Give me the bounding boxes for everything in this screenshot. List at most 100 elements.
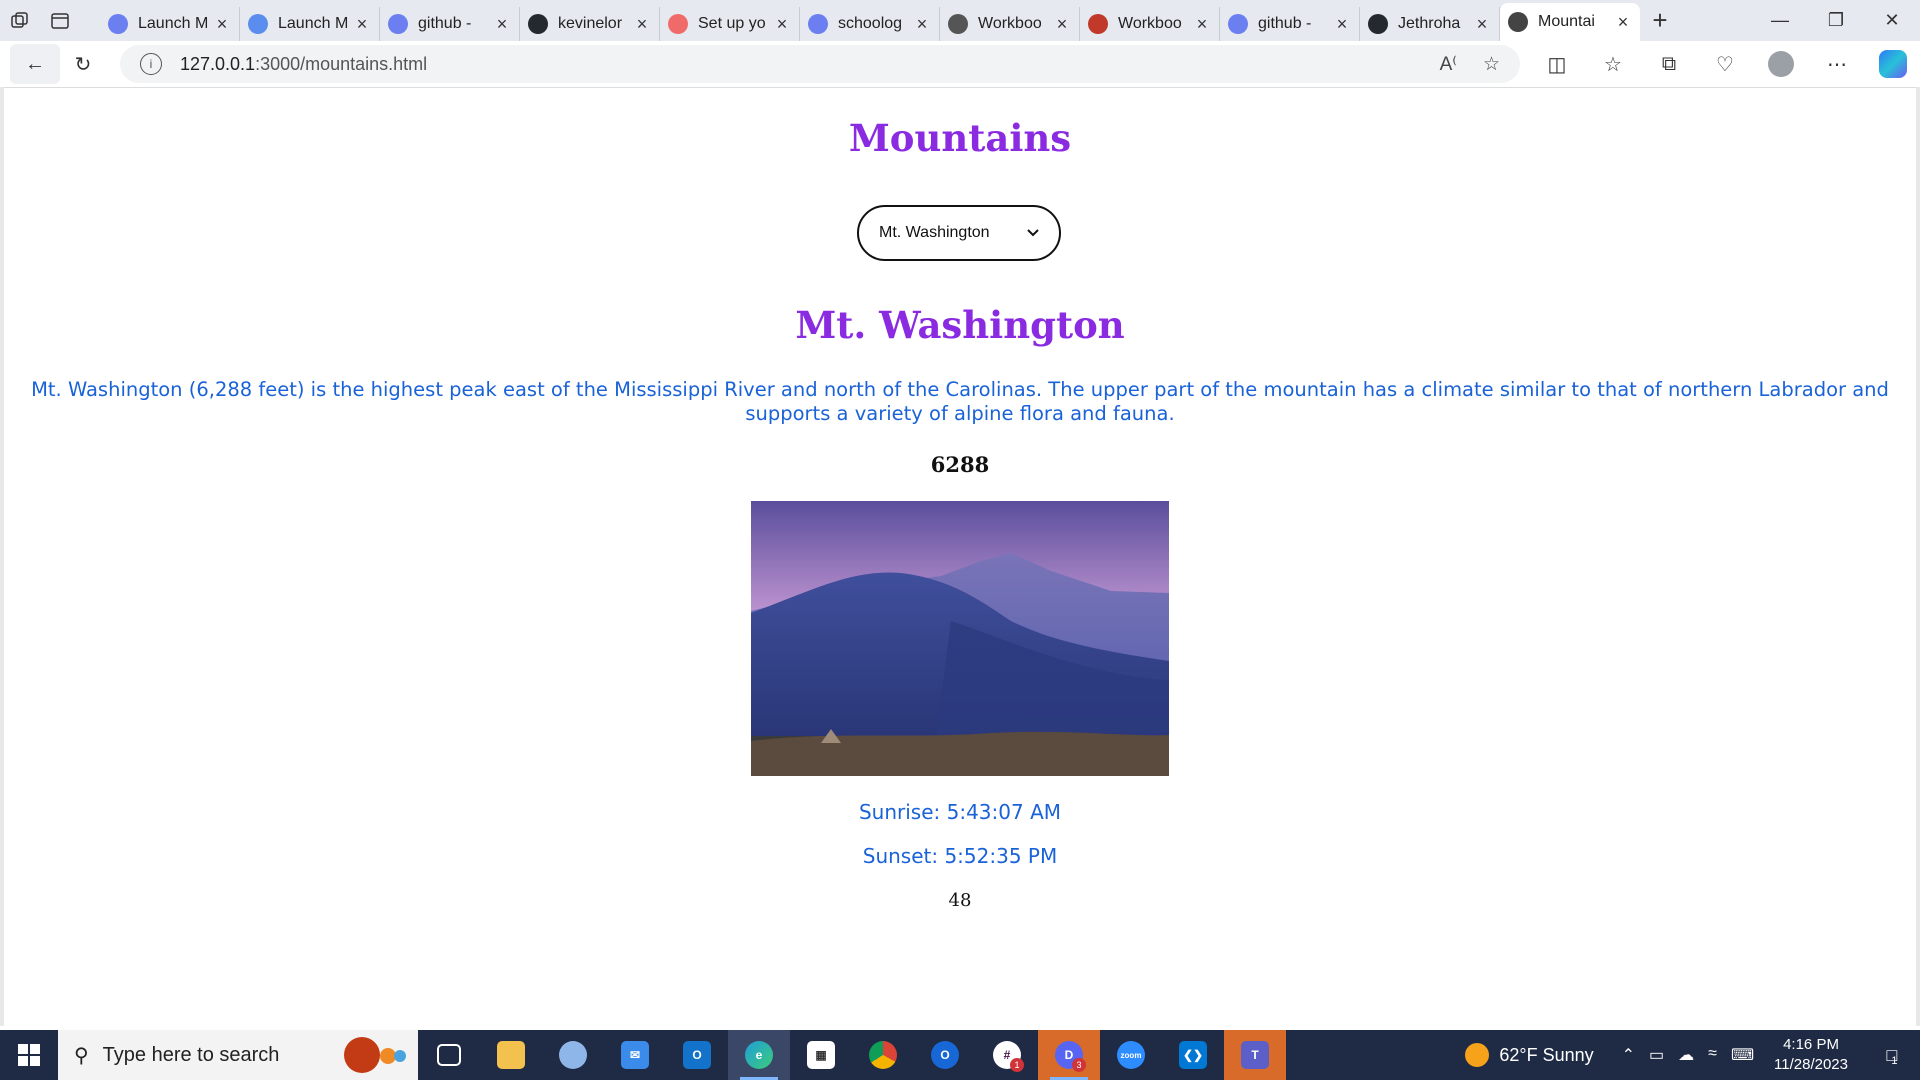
- taskbar-search-placeholder: Type here to search: [102, 1043, 280, 1066]
- close-tab-icon[interactable]: ×: [213, 14, 231, 35]
- close-tab-icon[interactable]: ×: [493, 14, 511, 35]
- collections-icon[interactable]: ⧉: [1646, 44, 1692, 84]
- browser-tab[interactable]: github - ×: [1220, 7, 1360, 41]
- tab-label: kevinelor: [558, 15, 623, 32]
- close-tab-icon[interactable]: ×: [913, 14, 931, 35]
- browser-tab[interactable]: Jethroha ×: [1360, 7, 1500, 41]
- tab-label: github -: [1258, 15, 1312, 32]
- close-tab-icon[interactable]: ×: [1053, 14, 1071, 35]
- close-tab-icon[interactable]: ×: [633, 14, 651, 35]
- close-window-button[interactable]: ✕: [1864, 0, 1920, 41]
- workspaces-icon[interactable]: [0, 0, 40, 41]
- taskbar-search-box[interactable]: ⚲ Type here to search: [58, 1030, 418, 1080]
- search-icon: [1228, 14, 1248, 34]
- obs-icon[interactable]: O: [914, 1030, 976, 1080]
- notification-count: 1: [1891, 1055, 1898, 1067]
- tab-label: schoolog: [838, 15, 903, 32]
- discord-icon[interactable]: D3: [1038, 1030, 1100, 1080]
- page-content: Mountains Mt. Washington Mt. Washington …: [4, 88, 1916, 1026]
- windows-start-icon[interactable]: [0, 1030, 58, 1080]
- page-icon: [1508, 12, 1528, 32]
- browser-toolbar: ← ↻ i 127.0.0.1:3000/mountains.html A⁽ ☆…: [0, 41, 1920, 88]
- close-tab-icon[interactable]: ×: [1333, 14, 1351, 35]
- browser-tab[interactable]: Set up yo ×: [660, 7, 800, 41]
- zoom-icon: [248, 14, 268, 34]
- browser-tab[interactable]: schoolog ×: [800, 7, 940, 41]
- browser-tab[interactable]: kevinelor ×: [520, 7, 660, 41]
- close-tab-icon[interactable]: ×: [773, 14, 791, 35]
- browser-tab[interactable]: Workboo ×: [940, 7, 1080, 41]
- asana-icon: [668, 14, 688, 34]
- pdf-icon: [1088, 14, 1108, 34]
- tab-label: Workboo: [1118, 15, 1182, 32]
- sunrise-time: Sunrise: 5:43:07 AM: [858, 800, 1062, 824]
- favorites-icon[interactable]: ☆: [1590, 44, 1636, 84]
- weather-widget[interactable]: 62°F Sunny: [1465, 1043, 1594, 1067]
- onedrive-icon[interactable]: ☁: [1678, 1045, 1694, 1065]
- chevron-up-icon[interactable]: ⌃: [1622, 1045, 1635, 1065]
- browser-essentials-icon[interactable]: ♡: [1702, 44, 1748, 84]
- chrome-icon[interactable]: [852, 1030, 914, 1080]
- split-screen-icon[interactable]: ◫: [1534, 44, 1580, 84]
- mountain-description: Mt. Washington (6,288 feet) is the highe…: [31, 378, 1889, 425]
- notification-center-icon[interactable]: □ 1: [1872, 1043, 1912, 1068]
- browser-tab[interactable]: github - ×: [380, 7, 520, 41]
- minimize-button[interactable]: —: [1752, 0, 1808, 41]
- back-arrow-icon[interactable]: ←: [10, 44, 60, 84]
- github-icon: [1368, 14, 1388, 34]
- mountain-select[interactable]: Mt. Washington: [857, 205, 1061, 261]
- clock-date: 11/28/2023: [1774, 1056, 1848, 1073]
- read-aloud-icon[interactable]: A⁽: [1440, 53, 1457, 76]
- tab-label: Launch M: [278, 15, 349, 32]
- sun-icon: [1465, 1043, 1490, 1067]
- outlook-icon[interactable]: O: [666, 1030, 728, 1080]
- teams-icon[interactable]: T: [1224, 1030, 1286, 1080]
- edge-icon[interactable]: e: [728, 1030, 790, 1080]
- more-menu-icon[interactable]: ⋯: [1814, 44, 1860, 84]
- zoom-icon: [108, 14, 128, 34]
- weather-text: 62°F Sunny: [1499, 1044, 1594, 1065]
- close-tab-icon[interactable]: ×: [1614, 12, 1632, 33]
- tab-label: Launch M: [138, 15, 209, 32]
- keyboard-icon[interactable]: ⌨: [1731, 1045, 1754, 1065]
- address-bar[interactable]: i 127.0.0.1:3000/mountains.html A⁽ ☆: [120, 45, 1520, 83]
- browser-tab[interactable]: Launch M ×: [100, 7, 240, 41]
- tab-label: github -: [418, 15, 472, 32]
- browser-tab[interactable]: Mountai ×: [1500, 3, 1640, 41]
- refresh-icon[interactable]: ↻: [60, 44, 106, 84]
- favorite-star-icon[interactable]: ☆: [1483, 53, 1500, 76]
- search-highlight-icon: [344, 1037, 406, 1073]
- new-tab-button[interactable]: +: [1640, 5, 1680, 36]
- mountain-photo: [751, 501, 1169, 776]
- wifi-icon[interactable]: ≈: [1708, 1045, 1717, 1065]
- task-view-icon[interactable]: [418, 1030, 480, 1080]
- copilot-icon[interactable]: [1870, 44, 1916, 84]
- system-clock[interactable]: 4:16 PM 11/28/2023: [1774, 1035, 1848, 1075]
- search-icon: [388, 14, 408, 34]
- slack-icon[interactable]: #1: [976, 1030, 1038, 1080]
- battery-icon[interactable]: ▭: [1649, 1045, 1664, 1065]
- microsoft-store-icon[interactable]: ▦: [790, 1030, 852, 1080]
- github-icon: [528, 14, 548, 34]
- sunset-time: Sunset: 5:52:35 PM: [862, 844, 1058, 868]
- tab-label: Workboo: [978, 15, 1042, 32]
- file-explorer-icon[interactable]: [480, 1030, 542, 1080]
- profile-avatar[interactable]: [1758, 44, 1804, 84]
- tab-label: Mountai: [1538, 13, 1595, 30]
- windows-taskbar: ⚲ Type here to search ✉ O e ▦ O #1 D3 zo…: [0, 1030, 1920, 1080]
- snipping-tool-icon[interactable]: [542, 1030, 604, 1080]
- chevron-down-icon: [1027, 229, 1039, 237]
- page-border-right: [1916, 87, 1920, 1026]
- mail-icon[interactable]: ✉: [604, 1030, 666, 1080]
- restore-button[interactable]: ❐: [1808, 0, 1864, 41]
- close-tab-icon[interactable]: ×: [1473, 14, 1491, 35]
- tab-label: Set up yo: [698, 15, 766, 32]
- zoom-icon[interactable]: zoom: [1100, 1030, 1162, 1080]
- site-info-icon[interactable]: i: [140, 53, 162, 75]
- tab-actions-icon[interactable]: [40, 0, 80, 41]
- vscode-icon[interactable]: ❮❯: [1162, 1030, 1224, 1080]
- browser-tab[interactable]: Workboo ×: [1080, 7, 1220, 41]
- browser-tab[interactable]: Launch M ×: [240, 7, 380, 41]
- close-tab-icon[interactable]: ×: [1193, 14, 1211, 35]
- close-tab-icon[interactable]: ×: [353, 14, 371, 35]
